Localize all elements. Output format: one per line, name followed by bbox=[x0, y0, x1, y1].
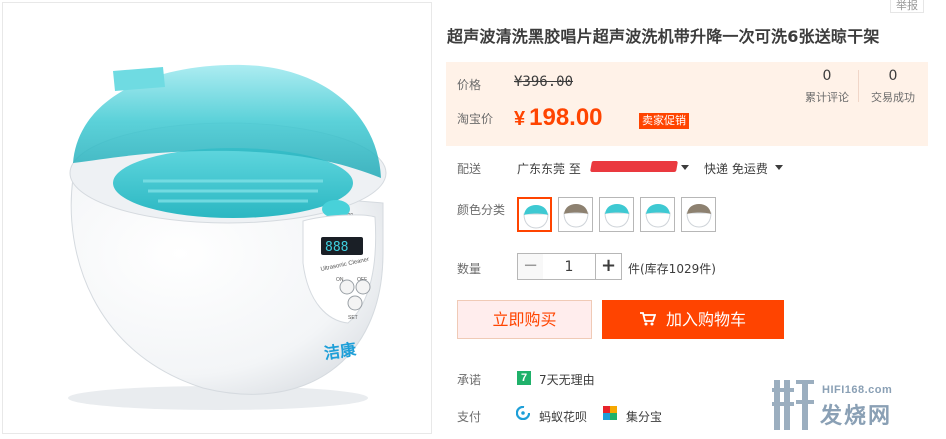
payment-option-jifenbao[interactable]: 集分宝 bbox=[626, 408, 662, 425]
watermark-url: HIFI168.com bbox=[822, 384, 893, 396]
product-image: CD-2800 888 Ultrasonic Cleaner ON OFF SE… bbox=[2, 2, 432, 434]
quantity-label: 数量 bbox=[457, 262, 482, 276]
jifenbao-icon bbox=[603, 406, 617, 420]
lcd-display: 888 bbox=[325, 240, 348, 255]
watermark-name: 发烧网 bbox=[820, 404, 893, 429]
cart-icon bbox=[639, 312, 656, 326]
color-swatch[interactable] bbox=[558, 197, 593, 232]
promise-label: 承诺 bbox=[457, 373, 482, 387]
buy-now-button[interactable]: 立即购买 bbox=[457, 300, 592, 339]
ultrasonic-cleaner-illustration: CD-2800 888 Ultrasonic Cleaner ON OFF SE… bbox=[68, 64, 387, 410]
trades-label: 交易成功 bbox=[871, 91, 915, 104]
original-price: ¥396.00 bbox=[514, 74, 574, 90]
shipping-method-chevron-down-icon[interactable] bbox=[775, 165, 783, 170]
color-swatch[interactable] bbox=[517, 197, 552, 232]
promo-price-value: 198.00 bbox=[529, 104, 603, 131]
product-title: 超声波清洗黑胶唱片超声波洗机带升降一次可洗6张送晾干架 bbox=[447, 27, 880, 46]
huabei-icon bbox=[516, 406, 530, 420]
trades-count: 0 bbox=[888, 68, 898, 84]
promo-price: ¥198.00 bbox=[514, 104, 603, 132]
report-link[interactable]: 举报 bbox=[890, 0, 924, 13]
swatch-cleaner-thumbnail bbox=[645, 204, 671, 228]
seller-promo-badge: 卖家促销 bbox=[639, 113, 689, 129]
swatch-cleaner-thumbnail bbox=[604, 204, 630, 228]
add-to-cart-button[interactable]: 加入购物车 bbox=[602, 300, 784, 339]
seven-day-return-text[interactable]: 7天无理由 bbox=[539, 371, 595, 388]
ship-from: 广东东莞 至 bbox=[517, 162, 581, 176]
quantity-increase-button[interactable]: + bbox=[595, 253, 622, 280]
color-swatch[interactable] bbox=[640, 197, 675, 232]
destination-chevron-down-icon[interactable] bbox=[681, 165, 689, 170]
swatch-cleaner-thumbnail bbox=[523, 205, 549, 229]
shipping-label: 配送 bbox=[457, 162, 482, 176]
swatch-cleaner-thumbnail bbox=[563, 204, 589, 228]
reviews-label: 累计评论 bbox=[805, 91, 849, 104]
stat-divider bbox=[858, 70, 859, 102]
payment-option-huabei[interactable]: 蚂蚁花呗 bbox=[539, 408, 587, 425]
swatch-cleaner-thumbnail bbox=[686, 204, 712, 228]
color-swatch[interactable] bbox=[681, 197, 716, 232]
reviews-count: 0 bbox=[822, 68, 832, 84]
price-box: 价格 ¥396.00 淘宝价 ¥198.00 卖家促销 0 累计评论 0 交易成… bbox=[446, 62, 928, 146]
seven-day-return-icon: 7 bbox=[517, 371, 531, 385]
add-to-cart-label: 加入购物车 bbox=[665, 310, 746, 329]
quantity-decrease-button[interactable]: − bbox=[517, 253, 544, 280]
color-swatch[interactable] bbox=[599, 197, 634, 232]
redacted-destination[interactable] bbox=[590, 161, 678, 172]
original-price-label: 价格 bbox=[457, 78, 482, 92]
trades-stat: 0 交易成功 bbox=[865, 68, 921, 105]
stock-info: 件(库存1029件) bbox=[628, 262, 716, 276]
set-label: SET bbox=[348, 315, 358, 321]
taobao-price-label: 淘宝价 bbox=[457, 112, 494, 126]
color-label: 颜色分类 bbox=[457, 203, 506, 217]
quantity-input[interactable]: 1 bbox=[543, 253, 595, 280]
brand-logo-text: 洁康 bbox=[323, 340, 358, 363]
reviews-stat[interactable]: 0 累计评论 bbox=[801, 68, 853, 105]
currency-symbol: ¥ bbox=[514, 108, 526, 130]
shipping-method[interactable]: 快递 免运费 bbox=[704, 160, 768, 177]
payment-label: 支付 bbox=[457, 410, 482, 424]
